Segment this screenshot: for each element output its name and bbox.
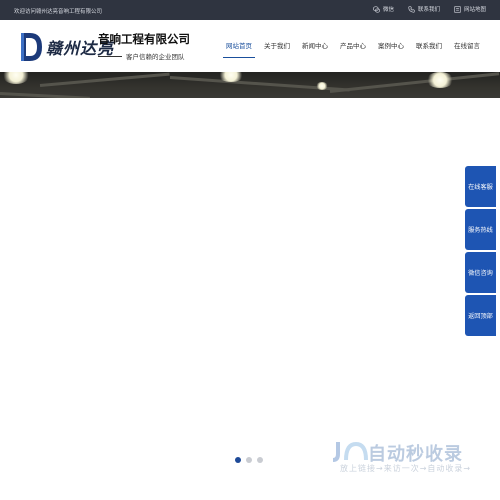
ceiling-lamp bbox=[426, 72, 454, 88]
sitemap-icon bbox=[454, 5, 461, 13]
ceiling-lamp bbox=[2, 72, 30, 84]
carousel-dot[interactable] bbox=[246, 457, 252, 463]
slogan-dash bbox=[98, 55, 122, 57]
wechat-consult-button[interactable]: 微信咨询 bbox=[465, 252, 496, 293]
top-link-sitemap[interactable]: 网站地图 bbox=[454, 5, 486, 13]
carousel-dot[interactable] bbox=[235, 457, 241, 463]
welcome-text: 欢迎访问赣州达亮音响工程有限公司 bbox=[14, 9, 103, 15]
nav-message[interactable]: 在线留言 bbox=[448, 40, 486, 58]
top-link-label: 网站地图 bbox=[463, 7, 486, 13]
slogan-text: 客户信赖的企业团队 bbox=[126, 53, 185, 61]
back-to-top-button[interactable]: 返回顶部 bbox=[465, 295, 496, 336]
phone-icon bbox=[408, 5, 415, 13]
watermark-subtitle: 放上链接→来访一次→自动收录→ bbox=[340, 464, 472, 473]
main-nav: 网站首页 关于我们 新闻中心 产品中心 案例中心 联系我们 在线留言 bbox=[220, 40, 486, 58]
site-header: 赣州达亮 音响工程有限公司 客户信赖的企业团队 网站首页 关于我们 新闻中心 产… bbox=[0, 20, 500, 72]
carousel-dot[interactable] bbox=[257, 457, 263, 463]
nav-home[interactable]: 网站首页 bbox=[220, 40, 258, 58]
ceiling-beam bbox=[329, 72, 500, 93]
watermark-logo-icon bbox=[332, 441, 368, 462]
wechat-icon bbox=[372, 5, 380, 13]
top-links: 微信 联系我们 网站地图 bbox=[372, 5, 486, 13]
top-link-contact[interactable]: 联系我们 bbox=[408, 5, 440, 13]
service-hotline-button[interactable]: 服务热线 bbox=[465, 209, 496, 250]
slogan: 客户信赖的企业团队 bbox=[98, 51, 185, 61]
nav-products[interactable]: 产品中心 bbox=[334, 40, 372, 58]
hero-banner-image[interactable] bbox=[0, 72, 500, 98]
top-link-label: 微信 bbox=[382, 7, 394, 13]
ceiling-lamp bbox=[316, 82, 328, 90]
nav-news[interactable]: 新闻中心 bbox=[296, 40, 334, 58]
logo-d-mark bbox=[21, 33, 42, 61]
nav-about[interactable]: 关于我们 bbox=[258, 40, 296, 58]
online-service-button[interactable]: 在线客服 bbox=[465, 166, 496, 207]
top-bar: 欢迎访问赣州达亮音响工程有限公司 微信 联系我们 网站地图 bbox=[0, 0, 500, 20]
nav-cases[interactable]: 案例中心 bbox=[372, 40, 410, 58]
top-link-wechat[interactable]: 微信 bbox=[372, 5, 394, 13]
nav-contact[interactable]: 联系我们 bbox=[410, 40, 448, 58]
watermark: 自动秒收录 放上链接→来访一次→自动收录→ bbox=[330, 440, 490, 480]
floating-side-bar: 在线客服 服务热线 微信咨询 返回顶部 bbox=[465, 166, 496, 338]
top-link-label: 联系我们 bbox=[417, 7, 440, 13]
company-name: 音响工程有限公司 bbox=[98, 32, 190, 46]
carousel-dots bbox=[235, 457, 263, 463]
ceiling-beam bbox=[39, 72, 170, 87]
